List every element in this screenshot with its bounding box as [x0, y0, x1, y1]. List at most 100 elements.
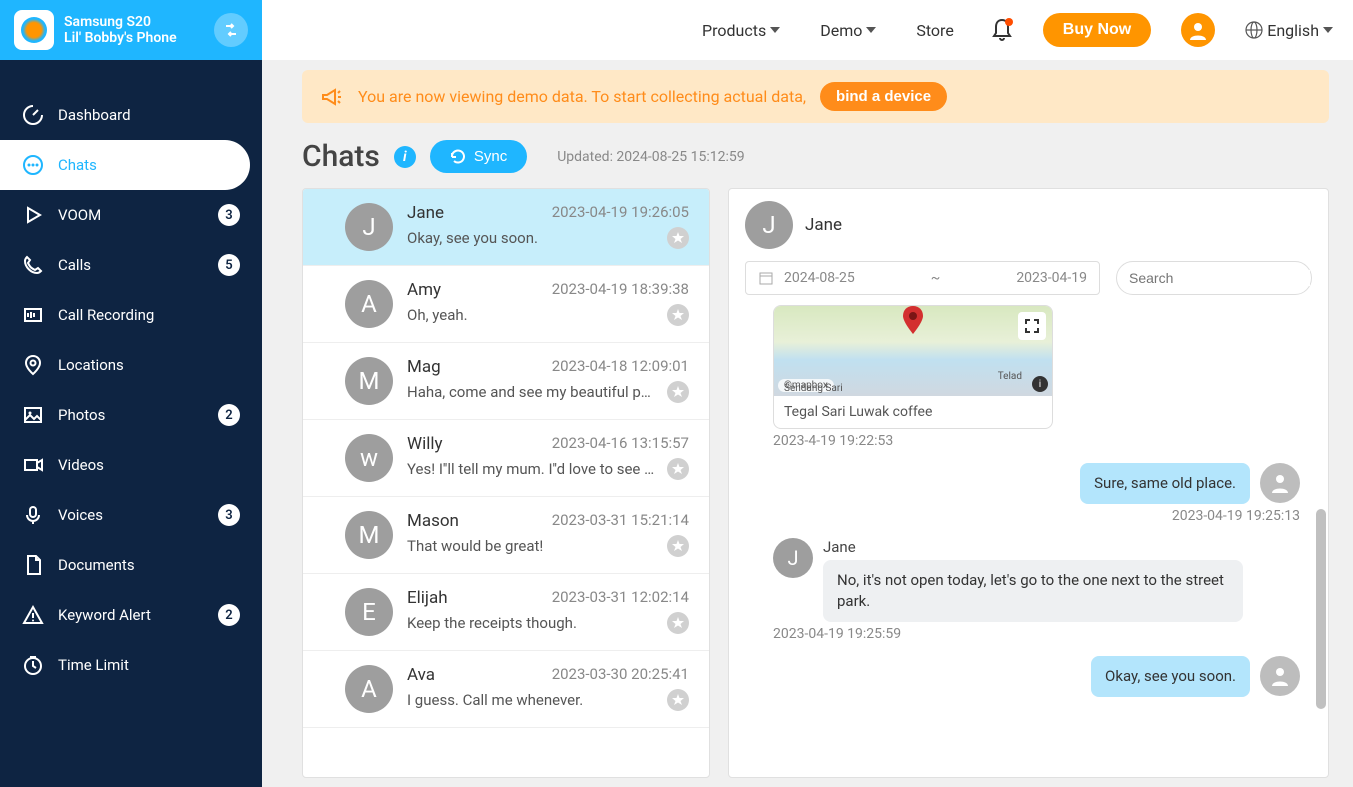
chat-list-item[interactable]: EElijah2023-03-31 12:02:14Keep the recei…	[303, 574, 709, 651]
chat-avatar: E	[345, 588, 393, 636]
message-outgoing: Sure, same old place.	[773, 463, 1300, 504]
chat-list-item[interactable]: MMason2023-03-31 15:21:14That would be g…	[303, 497, 709, 574]
star-icon[interactable]	[667, 458, 689, 480]
star-icon[interactable]	[667, 304, 689, 326]
chat-avatar: M	[345, 357, 393, 405]
sidebar-item-time-limit[interactable]: Time Limit	[0, 640, 262, 690]
chevron-down-icon	[1323, 27, 1333, 33]
chat-detail-name: Jane	[805, 215, 842, 235]
sidebar-item-label: Videos	[58, 456, 240, 474]
header-nav: Products Demo Store	[702, 21, 954, 40]
sidebar-item-label: Dashboard	[58, 106, 240, 124]
time-limit-icon	[22, 654, 44, 676]
nav-demo[interactable]: Demo	[820, 21, 876, 40]
sidebar-item-calls[interactable]: Calls5	[0, 240, 262, 290]
voom-icon	[22, 204, 44, 226]
message-bubble: No, it's not open today, let's go to the…	[823, 560, 1243, 622]
sidebar-item-label: Keyword Alert	[58, 606, 204, 624]
swap-device-button[interactable]	[214, 13, 248, 47]
sidebar-item-dashboard[interactable]: Dashboard	[0, 90, 262, 140]
chat-list-item[interactable]: AAva2023-03-30 20:25:41I guess. Call me …	[303, 651, 709, 728]
chat-list[interactable]: JJane2023-04-19 19:26:05Okay, see you so…	[302, 188, 710, 778]
chat-avatar: A	[345, 280, 393, 328]
sidebar-item-call-recording[interactable]: Call Recording	[0, 290, 262, 340]
chat-name: Ava	[407, 665, 435, 685]
self-avatar	[1260, 656, 1300, 696]
sidebar-item-photos[interactable]: Photos2	[0, 390, 262, 440]
sidebar-item-voices[interactable]: Voices3	[0, 490, 262, 540]
chat-preview: Haha, come and see my beautiful pup...	[407, 383, 657, 401]
chat-detail-header: J Jane	[729, 189, 1328, 261]
chat-list-item[interactable]: AAmy2023-04-19 18:39:38Oh, yeah.	[303, 266, 709, 343]
nav-store[interactable]: Store	[916, 21, 953, 40]
demo-banner: You are now viewing demo data. To start …	[302, 70, 1329, 123]
chats-icon	[22, 154, 44, 176]
map-pin-icon	[903, 306, 923, 334]
expand-icon	[1024, 318, 1040, 334]
bind-device-button[interactable]: bind a device	[820, 82, 947, 111]
chat-avatar: A	[345, 665, 393, 713]
message-time: 2023-04-19 19:25:59	[773, 626, 1300, 642]
message-time: 2023-04-19 19:25:13	[773, 508, 1300, 524]
map-info-icon[interactable]: i	[1032, 376, 1048, 392]
self-avatar	[1260, 463, 1300, 503]
location-caption: Tegal Sari Luwak coffee	[774, 396, 1052, 428]
detail-controls: 2024-08-25 ~ 2023-04-19	[729, 261, 1328, 305]
map-place-label: Telad	[998, 371, 1022, 382]
star-icon[interactable]	[667, 612, 689, 634]
message-incoming: JJaneNo, it's not open today, let's go t…	[773, 538, 1300, 622]
sidebar-item-voom[interactable]: VOOM 3	[0, 190, 262, 240]
chat-list-item[interactable]: wWilly2023-04-16 13:15:57Yes! I''ll tell…	[303, 420, 709, 497]
buy-now-button[interactable]: Buy Now	[1043, 13, 1151, 47]
device-logo	[14, 10, 54, 50]
sidebar-item-locations[interactable]: Locations	[0, 340, 262, 390]
chat-preview: Oh, yeah.	[407, 306, 468, 324]
device-header: Samsung S20 Lil' Bobby's Phone	[0, 0, 262, 60]
sidebar-item-chats[interactable]: Chats	[0, 140, 250, 190]
sidebar-badge: 2	[218, 404, 240, 426]
chat-name: Mason	[407, 511, 459, 531]
chat-list-item[interactable]: JJane2023-04-19 19:26:05Okay, see you so…	[303, 189, 709, 266]
dashboard-icon	[22, 104, 44, 126]
sidebar-item-documents[interactable]: Documents	[0, 540, 262, 590]
sidebar-item-keyword-alert[interactable]: Keyword Alert2	[0, 590, 262, 640]
chat-name: Jane	[407, 203, 444, 223]
chat-detail: J Jane 2024-08-25 ~ 2023-04-19	[728, 188, 1329, 778]
location-card[interactable]: ©mapbox i Sendang Sari Telad Tegal Sari …	[773, 305, 1053, 429]
sync-button[interactable]: Sync	[430, 140, 527, 173]
top-header: Products Demo Store Buy Now English	[262, 0, 1353, 60]
sender-name: Jane	[823, 538, 1243, 556]
search-input[interactable]	[1129, 270, 1310, 286]
star-icon[interactable]	[667, 689, 689, 711]
notification-bell-icon[interactable]	[991, 18, 1013, 42]
info-icon[interactable]: i	[394, 146, 416, 168]
sidebar-item-label: Call Recording	[58, 306, 240, 324]
sidebar-item-label: Time Limit	[58, 656, 240, 674]
chat-time: 2023-04-16 13:15:57	[552, 434, 689, 454]
sidebar-item-label: Documents	[58, 556, 240, 574]
search-box[interactable]	[1116, 261, 1312, 295]
language-selector[interactable]: English	[1245, 21, 1333, 40]
chat-time: 2023-04-19 19:26:05	[552, 203, 689, 223]
banner-text: You are now viewing demo data. To start …	[358, 87, 806, 106]
sidebar-item-label: VOOM	[58, 206, 204, 224]
scrollbar[interactable]	[1316, 509, 1326, 779]
sidebar-badge: 3	[218, 204, 240, 226]
expand-map-button[interactable]	[1018, 312, 1046, 340]
locations-icon	[22, 354, 44, 376]
sidebar-item-videos[interactable]: Videos	[0, 440, 262, 490]
star-icon[interactable]	[667, 535, 689, 557]
person-icon	[1188, 20, 1208, 40]
star-icon[interactable]	[667, 227, 689, 249]
messages-area[interactable]: ©mapbox i Sendang Sari Telad Tegal Sari …	[729, 305, 1328, 777]
videos-icon	[22, 454, 44, 476]
star-icon[interactable]	[667, 381, 689, 403]
sidebar-badge: 5	[218, 254, 240, 276]
chat-name: Mag	[407, 357, 441, 377]
nav-products[interactable]: Products	[702, 21, 780, 40]
message-time: 2023-4-19 19:22:53	[773, 433, 1300, 449]
user-avatar-button[interactable]	[1181, 13, 1215, 47]
date-range-picker[interactable]: 2024-08-25 ~ 2023-04-19	[745, 261, 1100, 295]
documents-icon	[22, 554, 44, 576]
chat-list-item[interactable]: MMag2023-04-18 12:09:01Haha, come and se…	[303, 343, 709, 420]
